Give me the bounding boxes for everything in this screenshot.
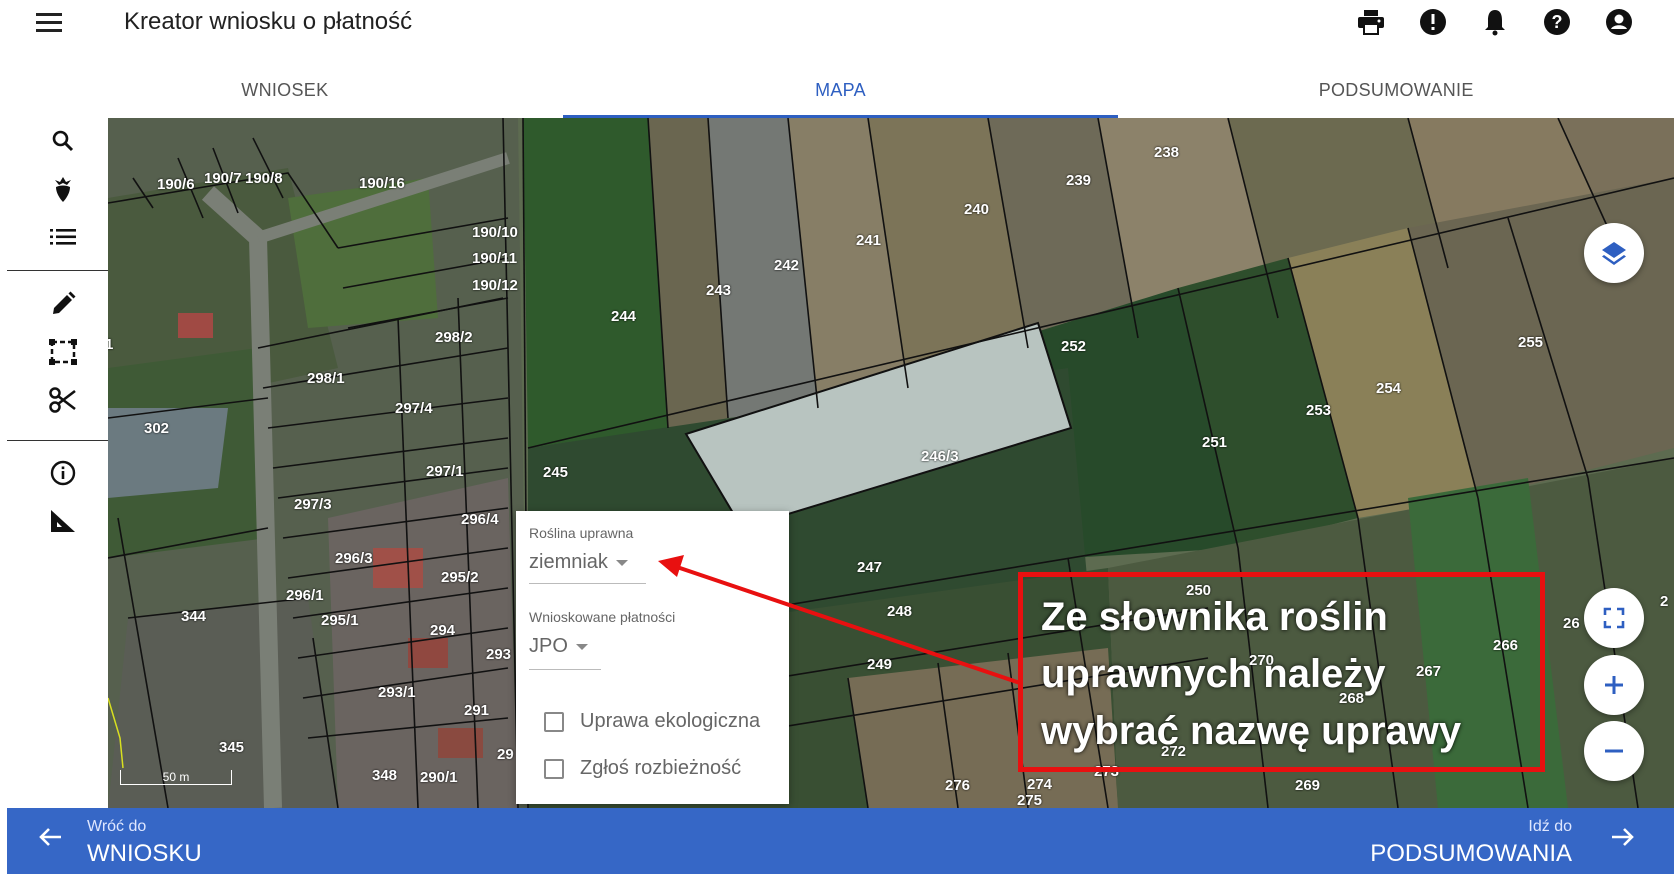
annotation-box: Ze słownika roślin uprawnych należy wybr… [1018, 572, 1545, 772]
annotation-line: Ze słownika roślin [1041, 595, 1388, 639]
annotation-line: uprawnych należy [1041, 652, 1386, 696]
forward-button[interactable]: PODSUMOWANIA [1370, 840, 1572, 868]
arrow-right-icon[interactable] [1610, 824, 1636, 855]
back-caption: Wróć do [87, 818, 147, 835]
back-button[interactable]: WNIOSKU [87, 840, 202, 868]
wizard-navigation-bar: Wróć do WNIOSKU Idź do PODSUMOWANIA [7, 808, 1674, 874]
forward-caption: Idź do [1528, 818, 1572, 835]
annotation-line: wybrać nazwę uprawy [1041, 709, 1462, 753]
arrow-left-icon[interactable] [37, 824, 63, 855]
